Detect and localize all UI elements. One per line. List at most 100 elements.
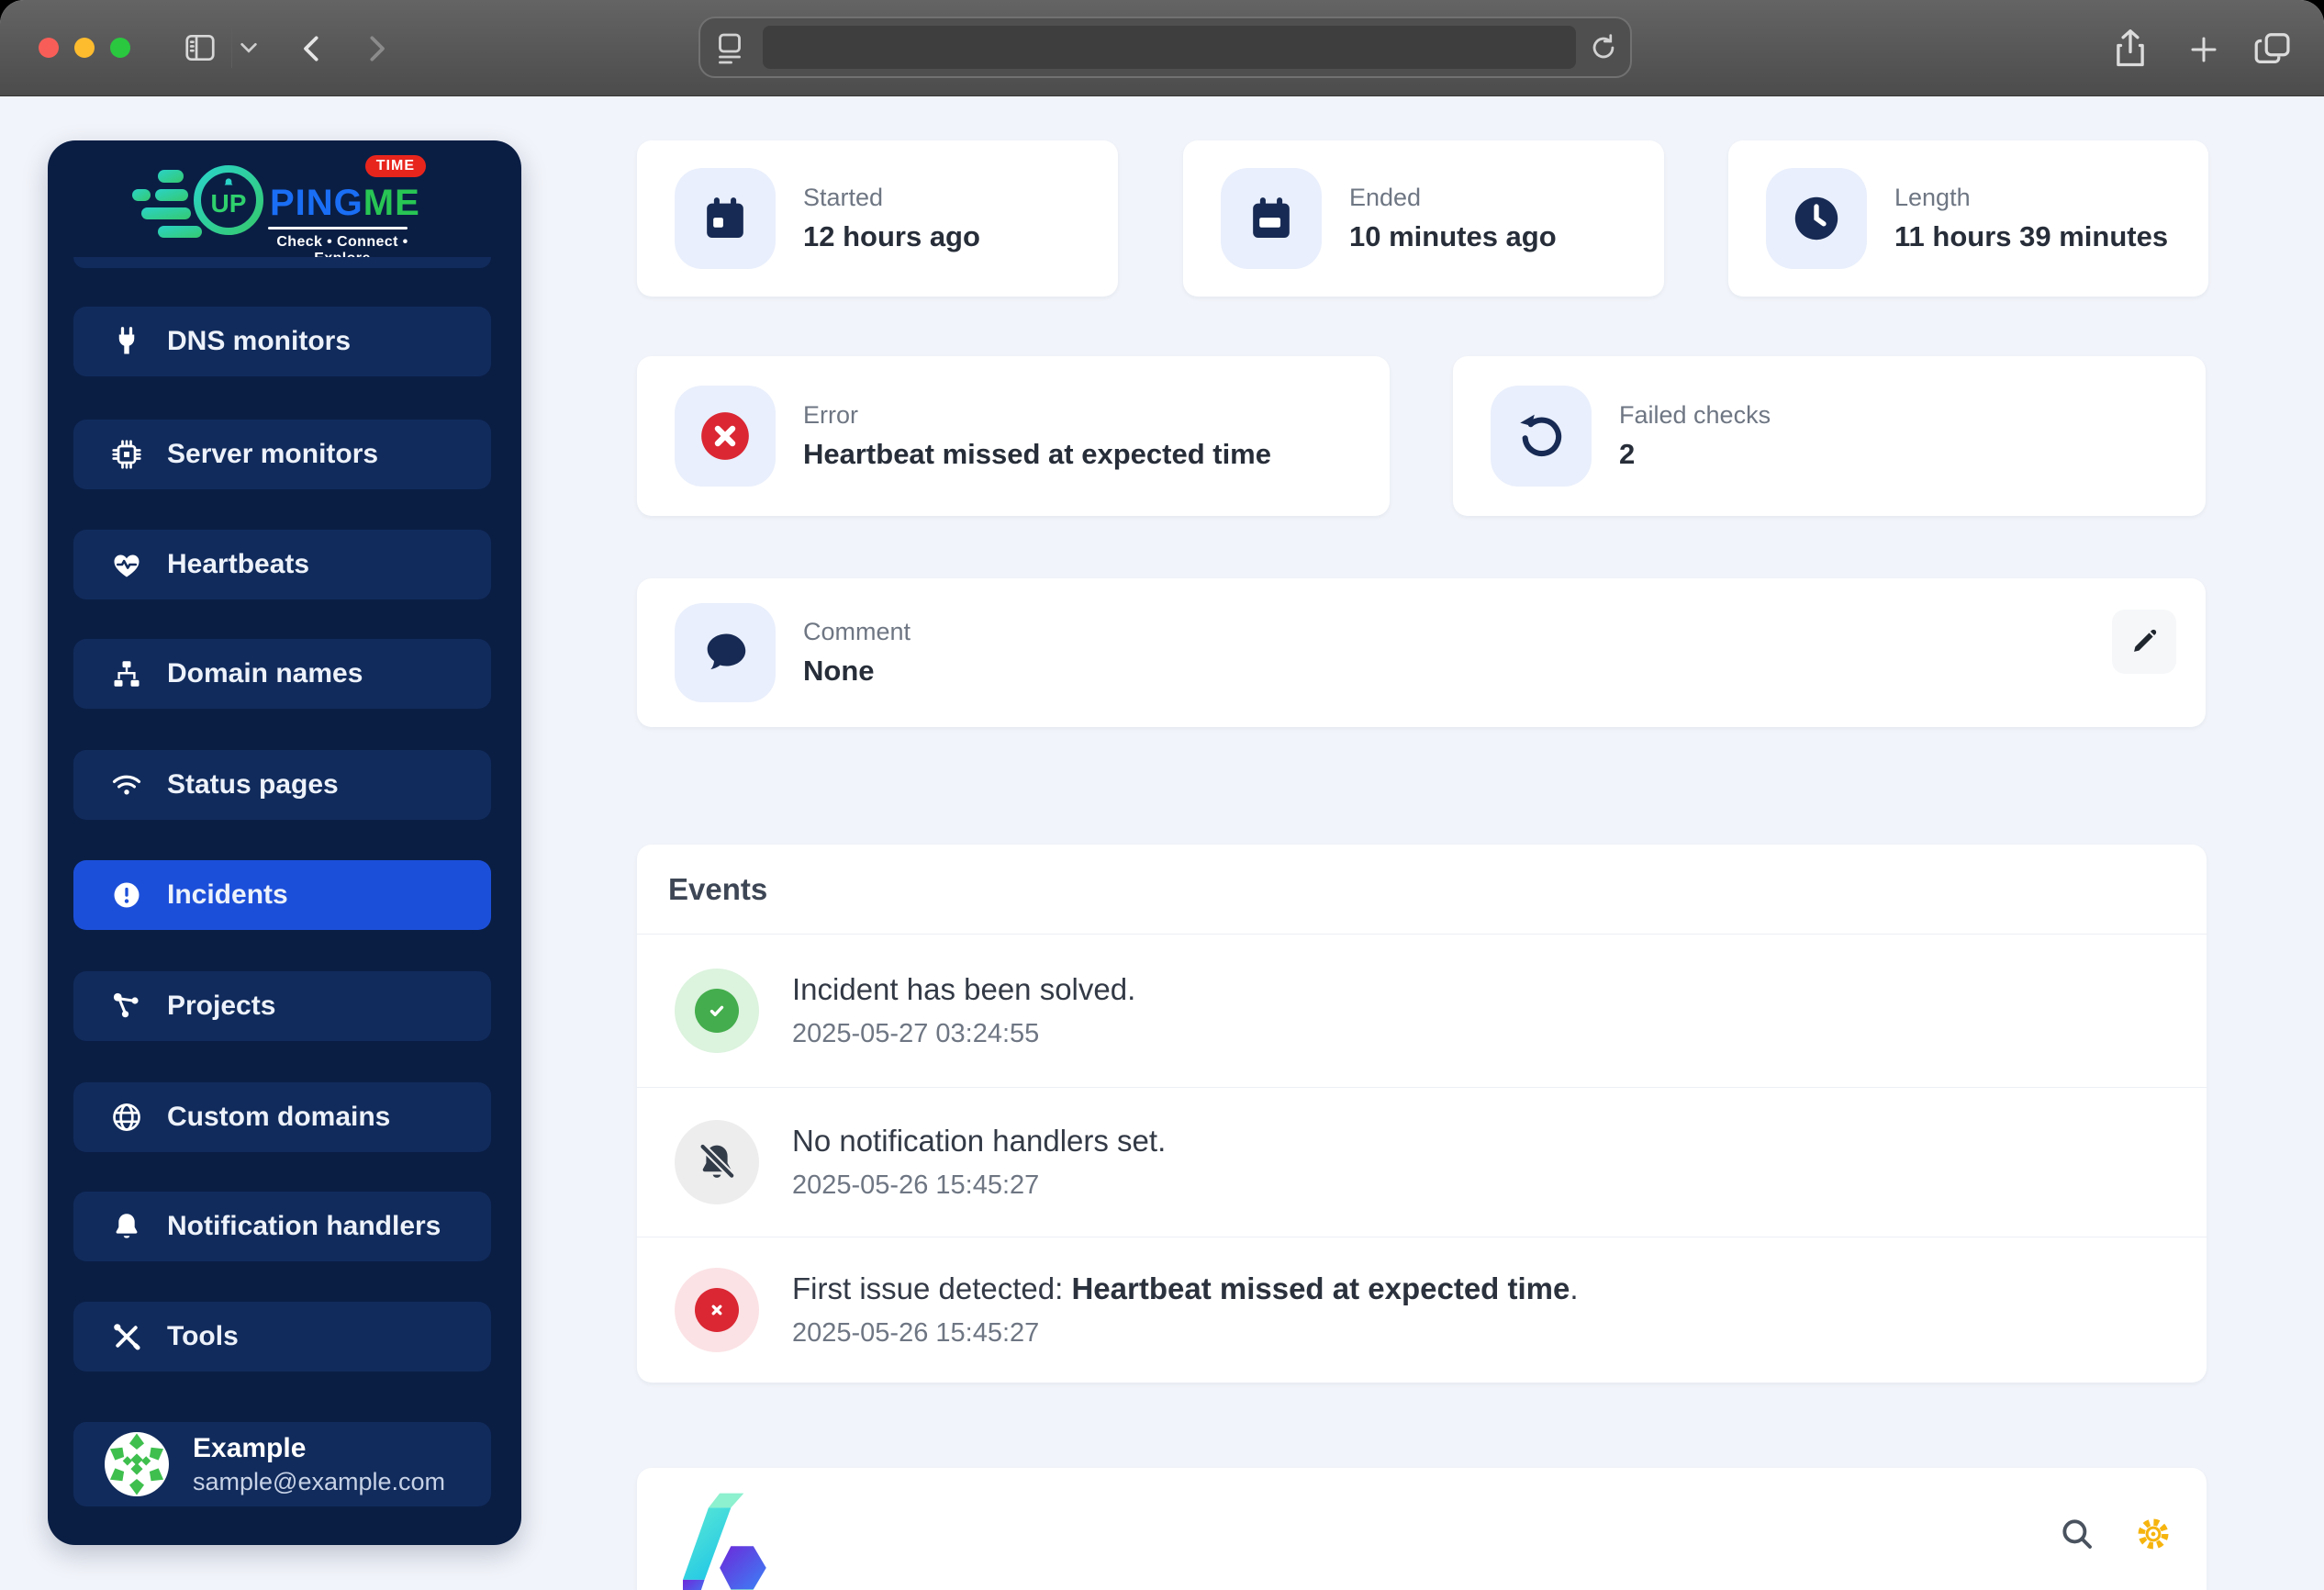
sidebar-item-label: Custom domains xyxy=(167,1102,391,1132)
success-icon xyxy=(675,969,759,1053)
sidebar: UP PINGME TIME Check • Connect • Explore… xyxy=(48,140,521,1545)
zoom-window-button[interactable] xyxy=(110,38,130,58)
sidebar-item-label: Incidents xyxy=(167,879,288,910)
ended-card: Ended 10 minutes ago xyxy=(1183,140,1664,297)
event-text: Incident has been solved. xyxy=(792,972,1136,1006)
profile-name: Example xyxy=(193,1432,307,1463)
clock-icon xyxy=(1766,168,1867,269)
search-icon[interactable] xyxy=(2058,1515,2096,1558)
sidebar-item-label: Projects xyxy=(167,991,276,1021)
sidebar-item-dns-monitors[interactable]: DNS monitors xyxy=(73,307,491,376)
sidebar-item-label: Domain names xyxy=(167,658,363,689)
heartbeat-icon xyxy=(114,554,140,577)
calendar-range-icon xyxy=(1221,168,1322,269)
sidebar-item-label: Status pages xyxy=(167,769,339,800)
footer-card xyxy=(637,1468,2207,1590)
app-logo: UP PINGME TIME Check • Connect • Explore xyxy=(128,155,431,266)
svg-text:UP: UP xyxy=(211,189,247,218)
tab-overview-icon[interactable] xyxy=(2252,29,2293,68)
sidebar-item-label: Server monitors xyxy=(167,439,379,469)
failed-checks-card: Failed checks 2 xyxy=(1453,356,2206,516)
stat-value: 12 hours ago xyxy=(803,220,980,252)
logo-up-circle-icon: UP xyxy=(194,165,263,235)
browser-window: UP PINGME TIME Check • Connect • Explore… xyxy=(0,0,2324,1590)
event-text: First issue detected: Heartbeat missed a… xyxy=(792,1271,1579,1305)
logo-divider xyxy=(268,227,408,230)
nodes-icon xyxy=(113,992,139,1018)
error-label: Error xyxy=(803,401,858,429)
new-tab-icon[interactable] xyxy=(2186,33,2221,66)
refresh-icon[interactable] xyxy=(1588,31,1619,64)
footer-logo-icon xyxy=(683,1493,766,1590)
event-timestamp: 2025-05-26 15:45:27 xyxy=(792,1170,1040,1200)
x-icon xyxy=(711,1304,722,1316)
sidebar-item-label: DNS monitors xyxy=(167,326,352,356)
plug-icon xyxy=(118,327,135,354)
sidebar-item-tools[interactable]: Tools xyxy=(73,1302,491,1372)
logo-time-badge: TIME xyxy=(364,155,426,177)
error-icon xyxy=(675,1268,759,1352)
sidebar-item-label: Tools xyxy=(167,1321,239,1351)
close-window-button[interactable] xyxy=(39,38,59,58)
forward-button[interactable] xyxy=(363,33,389,64)
started-card: Started 12 hours ago xyxy=(637,140,1118,297)
stat-label: Length xyxy=(1894,184,1971,211)
check-icon xyxy=(709,1005,724,1016)
retry-icon xyxy=(1491,386,1592,487)
sidebar-item-projects[interactable]: Projects xyxy=(73,971,491,1041)
sidebar-item-notification-handlers[interactable]: Notification handlers xyxy=(73,1192,491,1261)
reader-view-icon[interactable] xyxy=(713,30,746,67)
comment-label: Comment xyxy=(803,618,911,645)
sidebar-item-label: Heartbeats xyxy=(167,549,310,579)
chevron-down-icon[interactable] xyxy=(239,40,259,55)
sidebar-item-domain-names[interactable]: Domain names xyxy=(73,639,491,709)
minimize-window-button[interactable] xyxy=(74,38,95,58)
stat-label: Started xyxy=(803,184,884,211)
bell-icon xyxy=(116,1214,138,1238)
sidebar-item-heartbeats[interactable]: Heartbeats xyxy=(73,530,491,599)
wifi-icon xyxy=(112,775,141,795)
event-row-first-issue: First issue detected: Heartbeat missed a… xyxy=(637,1237,2207,1383)
sidebar-item-custom-domains[interactable]: Custom domains xyxy=(73,1082,491,1152)
url-input[interactable] xyxy=(763,26,1576,69)
sidebar-item-status-pages[interactable]: Status pages xyxy=(73,750,491,820)
stat-label: Ended xyxy=(1349,184,1422,211)
profile-card[interactable]: Example sample@example.com xyxy=(73,1422,491,1506)
address-bar[interactable] xyxy=(698,17,1632,78)
sidebar-item-incidents[interactable]: Incidents xyxy=(73,860,491,930)
failed-checks-label: Failed checks xyxy=(1619,401,1771,429)
events-card: Events Incident has been solved. 2025-05… xyxy=(637,845,2207,1383)
profile-email: sample@example.com xyxy=(193,1467,446,1495)
back-button[interactable] xyxy=(299,33,325,64)
sidebar-item-label: Notification handlers xyxy=(167,1211,441,1241)
calendar-day-icon xyxy=(675,168,776,269)
bell-slash-icon xyxy=(675,1120,759,1204)
comment-card: Comment None xyxy=(637,578,2206,727)
sidebar-toggle-icon[interactable] xyxy=(182,30,218,65)
app-page: UP PINGME TIME Check • Connect • Explore… xyxy=(0,96,2324,1590)
event-timestamp: 2025-05-26 15:45:27 xyxy=(792,1318,1040,1348)
pencil-icon xyxy=(2134,629,2157,652)
error-card: Error Heartbeat missed at expected time xyxy=(637,356,1390,516)
event-text: No notification handlers set. xyxy=(792,1124,1167,1158)
browser-toolbar xyxy=(0,0,2324,96)
failed-checks-value: 2 xyxy=(1619,438,1636,470)
chip-icon xyxy=(112,440,141,469)
comment-value: None xyxy=(803,655,875,687)
events-title: Events xyxy=(637,845,2207,935)
sidebar-item-server-monitors[interactable]: Server monitors xyxy=(73,420,491,489)
comment-icon xyxy=(675,603,776,702)
sidebar-item-partial[interactable] xyxy=(73,257,491,268)
logo-me-text: ME xyxy=(363,183,420,223)
tools-icon xyxy=(114,1324,140,1350)
theme-toggle-sun-icon[interactable] xyxy=(2133,1514,2173,1559)
event-timestamp: 2025-05-27 03:24:55 xyxy=(792,1019,1040,1048)
alert-icon xyxy=(114,882,140,908)
logo-ping-text: PING xyxy=(270,183,363,223)
logo-wordmark: PINGME xyxy=(270,183,420,224)
length-card: Length 11 hours 39 minutes xyxy=(1728,140,2208,297)
edit-comment-button[interactable] xyxy=(2112,610,2176,674)
error-value: Heartbeat missed at expected time xyxy=(803,438,1271,470)
error-icon xyxy=(675,386,776,487)
share-icon[interactable] xyxy=(2111,28,2150,70)
